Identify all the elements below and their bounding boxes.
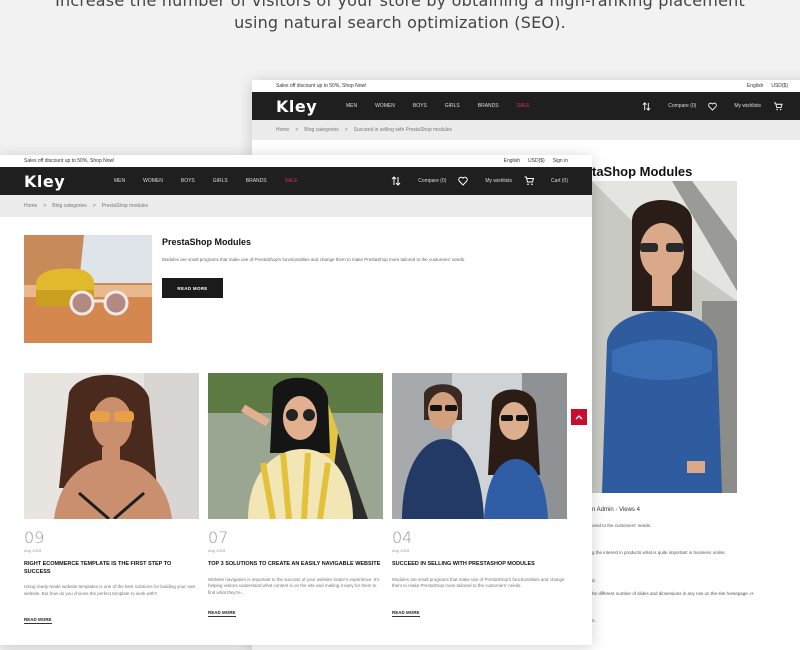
back-post-views: 4 <box>636 507 640 513</box>
post-image[interactable] <box>392 373 567 519</box>
front-menu-boys[interactable]: BOYS <box>181 178 195 184</box>
featured-read-more-button[interactable]: READ MORE <box>162 278 223 298</box>
featured-post-title[interactable]: PrestaShop Modules <box>162 237 251 247</box>
back-topbar: Sales off discount up to 50%, Shop Now! … <box>252 80 800 92</box>
post-title[interactable]: TOP 3 SOLUTIONS TO CREATE AN EASILY NAVI… <box>208 561 383 569</box>
back-menu-women[interactable]: WOMEN <box>375 103 395 109</box>
heart-icon <box>708 102 718 111</box>
back-menu-men[interactable]: MEN <box>346 103 357 109</box>
back-menu-sale[interactable]: SALE <box>517 103 530 109</box>
front-breadcrumb: Home > Blog categories > PrestaShop module… <box>0 195 592 217</box>
post-description: Website navigation is important to the s… <box>208 576 380 595</box>
back-post-title: taShop Modules <box>592 164 693 179</box>
front-menu-women[interactable]: WOMEN <box>143 178 163 184</box>
front-menu-brands[interactable]: BRANDS <box>246 178 267 184</box>
featured-post-description: Modules are small programs that make use… <box>162 257 466 262</box>
featured-post-image[interactable] <box>24 235 152 343</box>
front-menu-men[interactable]: MEN <box>114 178 125 184</box>
chevron-up-icon <box>575 415 583 420</box>
front-menu-sale[interactable]: SALE <box>285 178 298 184</box>
back-main-nav: Kley MEN WOMEN BOYS GIRLS BRANDS SALE Co… <box>252 92 800 120</box>
post-date: Aug 2018 <box>392 548 410 553</box>
compare-icon <box>642 101 651 111</box>
front-wishlist-label: My wishlists <box>485 178 513 184</box>
back-cart-link[interactable] <box>773 101 788 111</box>
post-card: 04 Aug 2018 SUCCEED IN SELLING WITH PRES… <box>392 373 567 619</box>
front-breadcrumb-blog[interactable]: Blog categories <box>52 203 86 209</box>
front-topbar-promo[interactable]: Sales off discount up to 50%, Shop Now! <box>24 158 115 164</box>
front-compare-link[interactable]: Compare (0) <box>391 176 446 186</box>
back-post-line-2: g the interest in products what is quite… <box>592 550 726 555</box>
post-date: Aug 2018 <box>24 548 42 553</box>
post-read-more-link[interactable]: READ MORE <box>392 610 420 617</box>
promo-heading: Increase the number of visitors of your … <box>0 0 800 34</box>
post-image[interactable] <box>208 373 383 519</box>
front-breadcrumb-current: PrestaShop modules <box>101 203 149 209</box>
back-menu-brands[interactable]: BRANDS <box>478 103 499 109</box>
back-tools: Compare (0) My wishlists <box>630 101 788 111</box>
front-topbar: Sales off discount up to 50%, Shop Now! … <box>0 155 592 167</box>
back-wishlist-label: My wishlists <box>734 103 761 109</box>
front-wishlist-link[interactable]: My wishlists <box>458 176 512 186</box>
back-topbar-promo[interactable]: Sales off discount up to 50%, Shop Now! <box>276 83 367 89</box>
front-signin-link[interactable]: Sign in <box>553 158 568 164</box>
heart-icon <box>458 176 469 186</box>
post-card: 07 Aug 2018 TOP 3 SOLUTIONS TO CREATE AN… <box>208 373 383 619</box>
back-post-line-3: d. <box>592 578 596 583</box>
back-menu: MEN WOMEN BOYS GIRLS BRANDS SALE <box>346 103 630 109</box>
front-cart-link[interactable]: Cart (0) <box>524 176 568 186</box>
cart-icon <box>524 176 535 186</box>
post-title[interactable]: RIGHT ECOMMERCE TEMPLATE IS THE FIRST ST… <box>24 561 199 576</box>
front-main-nav: Kley MEN WOMEN BOYS GIRLS BRANDS SALE Co… <box>0 167 592 195</box>
promo-line-2: using natural search optimization (SEO). <box>234 13 566 32</box>
front-menu-girls[interactable]: GIRLS <box>213 178 228 184</box>
post-day: 09 <box>24 528 45 547</box>
cart-icon <box>773 101 783 110</box>
back-logo[interactable]: Kley <box>276 97 346 116</box>
front-logo[interactable]: Kley <box>24 172 94 191</box>
front-currency-select[interactable]: USD($) <box>528 158 545 164</box>
back-breadcrumb: Home > Blog categories > Succeed in sellin… <box>252 120 800 140</box>
back-breadcrumb-current: Succeed in selling with PrestaShop modul… <box>353 127 453 133</box>
back-breadcrumb-blog[interactable]: Blog categories <box>304 127 338 133</box>
back-post-image <box>592 181 737 493</box>
back-post-line-4: he different number of slides and dimens… <box>592 591 754 596</box>
front-menu: MEN WOMEN BOYS GIRLS BRANDS SALE <box>94 178 379 184</box>
back-post-meta: n Admin - Views 4 <box>592 507 640 513</box>
post-title[interactable]: SUCCEED IN SELLING WITH PRESTASHOP MODUL… <box>392 561 567 569</box>
back-post-line-5: n. <box>592 618 596 623</box>
post-card: 09 Aug 2018 RIGHT ECOMMERCE TEMPLATE IS … <box>24 373 199 626</box>
back-post-line-1: ored to the customers' needs. <box>592 523 652 528</box>
front-cart-label: Cart (0) <box>551 178 568 184</box>
front-compare-label: Compare (0) <box>418 178 447 184</box>
back-currency-select[interactable]: USD($) <box>771 83 788 89</box>
back-breadcrumb-home[interactable]: Home <box>276 127 289 133</box>
front-breadcrumb-home[interactable]: Home <box>24 203 37 209</box>
post-read-more-link[interactable]: READ MORE <box>24 617 52 624</box>
back-compare-link[interactable]: Compare (0) <box>642 101 697 111</box>
back-to-top-button[interactable] <box>571 409 587 425</box>
post-read-more-link[interactable]: READ MORE <box>208 610 236 617</box>
back-wishlist-link[interactable]: My wishlists <box>708 102 761 111</box>
back-menu-girls[interactable]: GIRLS <box>445 103 460 109</box>
post-date: Aug 2018 <box>208 548 226 553</box>
back-language-select[interactable]: English <box>747 83 763 89</box>
front-tools: Compare (0) My wishlists Cart (0) <box>379 176 568 186</box>
front-language-select[interactable]: English <box>504 158 520 164</box>
post-description: Using ready-made website templates is on… <box>24 584 196 596</box>
compare-icon <box>391 176 401 186</box>
back-menu-boys[interactable]: BOYS <box>413 103 427 109</box>
promo-line-1: Increase the number of visitors of your … <box>55 0 745 10</box>
back-post-author: n Admin - Views <box>592 507 635 513</box>
post-day: 04 <box>392 528 413 547</box>
front-screenshot-panel: Sales off discount up to 50%, Shop Now! … <box>0 155 592 645</box>
post-description: Modules are small programs that make use… <box>392 576 565 589</box>
post-image[interactable] <box>24 373 199 519</box>
post-day: 07 <box>208 528 229 547</box>
back-compare-label: Compare (0) <box>668 103 697 109</box>
